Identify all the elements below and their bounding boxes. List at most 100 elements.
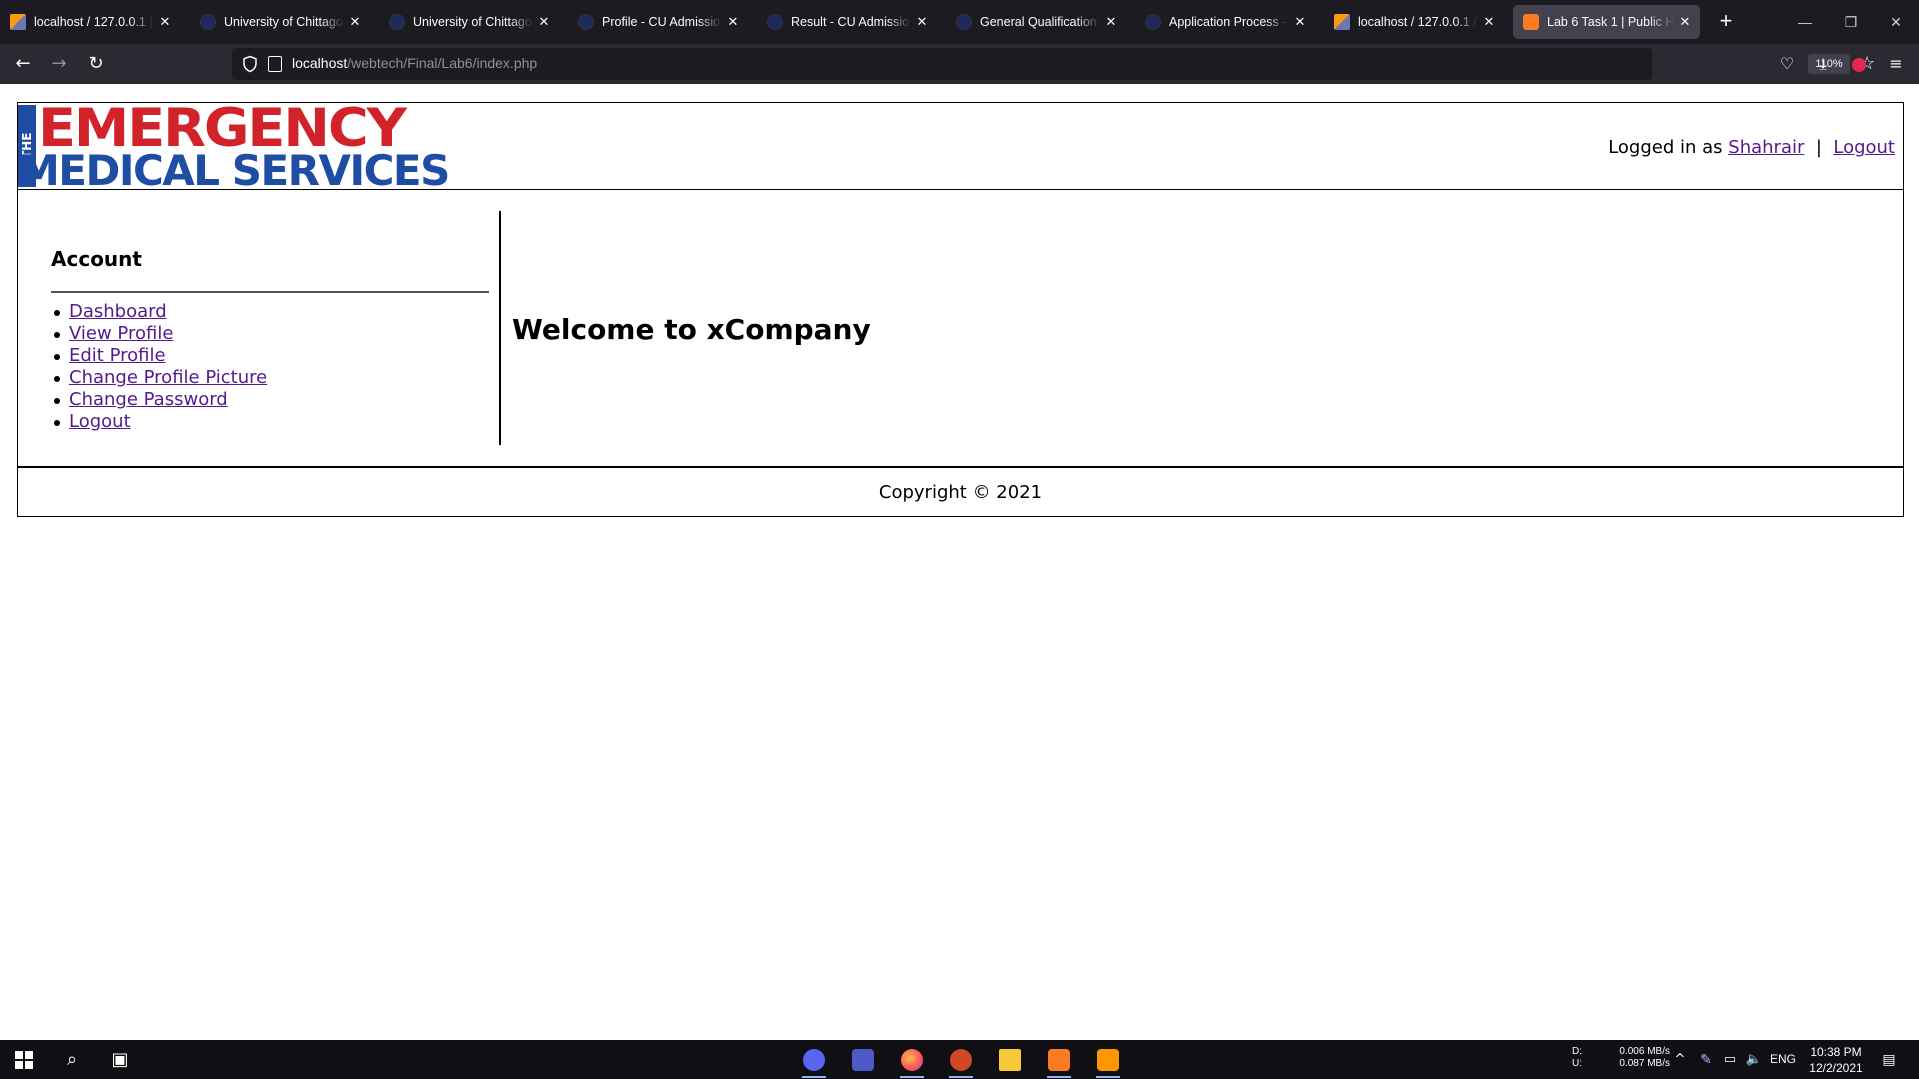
close-tab-icon[interactable]: ✕	[1482, 14, 1496, 30]
tab-title: Profile - CU Admission P	[602, 15, 722, 29]
browser-tab-active[interactable]: Lab 6 Task 1 | Public Hom ✕	[1513, 5, 1700, 39]
close-tab-icon[interactable]: ✕	[1678, 14, 1692, 30]
cu-logo-icon	[578, 14, 594, 30]
task-view-icon[interactable]: ▣	[100, 1044, 140, 1076]
browser-tab[interactable]: Result - CU Admission Po ✕	[757, 5, 937, 39]
sidebar-item-view-profile[interactable]: View Profile	[69, 323, 173, 344]
sublime-text-icon[interactable]	[1088, 1044, 1128, 1078]
sidebar-item-logout[interactable]: Logout	[69, 411, 131, 432]
windows-taskbar: ⌕ ▣ D: U: 0.006 MB/s 0.087 MB/s ^ ✎ ▭ 🔈 …	[0, 1040, 1919, 1079]
shield-icon[interactable]	[241, 55, 259, 73]
url-path: /webtech/Final/Lab6/index.php	[347, 55, 538, 71]
menu-icon[interactable]: ≡	[1882, 50, 1910, 78]
sidebar-item-dashboard[interactable]: Dashboard	[69, 301, 167, 322]
net-down-speed: 0.006 MB/s	[1619, 1046, 1670, 1057]
pocket-icon[interactable]: ♡	[1773, 50, 1801, 78]
cu-logo-icon	[767, 14, 783, 30]
sidebar-item-edit-profile[interactable]: Edit Profile	[69, 345, 166, 366]
cu-logo-icon	[389, 14, 405, 30]
address-bar[interactable]: localhost/webtech/Final/Lab6/index.php 1…	[232, 48, 1875, 80]
separator: |	[1815, 137, 1822, 158]
tab-title: localhost / 127.0.0.1 | php	[34, 15, 154, 29]
url-text[interactable]: localhost/webtech/Final/Lab6/index.php	[292, 55, 537, 71]
system-clock[interactable]: 10:38 PM 12/2/2021	[1806, 1044, 1866, 1076]
close-window-icon[interactable]: ✕	[1873, 8, 1919, 36]
pen-tray-icon[interactable]: ✎	[1694, 1044, 1718, 1076]
clock-date: 12/2/2021	[1809, 1061, 1863, 1075]
reload-icon[interactable]: ↻	[82, 50, 110, 78]
logged-in-prefix: Logged in as	[1608, 137, 1723, 158]
list-item: Edit Profile	[51, 345, 267, 367]
ems-logo: THE EMERGENCY MEDICAL SERVICES	[18, 102, 450, 192]
start-button[interactable]	[4, 1044, 44, 1076]
extension-icon[interactable]	[1845, 50, 1873, 78]
close-tab-icon[interactable]: ✕	[726, 14, 740, 30]
xampp-taskbar-icon[interactable]	[1039, 1044, 1079, 1078]
clock-time: 10:38 PM	[1810, 1045, 1862, 1059]
username-link[interactable]: Shahrair	[1728, 137, 1804, 158]
list-item: Change Password	[51, 389, 267, 411]
page-icon	[268, 56, 282, 72]
close-tab-icon[interactable]: ✕	[158, 14, 172, 30]
cu-logo-icon	[956, 14, 972, 30]
firefox-icon[interactable]	[892, 1044, 932, 1078]
discord-icon[interactable]	[794, 1044, 834, 1078]
language-indicator[interactable]: ENG	[1770, 1052, 1796, 1066]
sidebar-divider	[51, 291, 489, 293]
close-tab-icon[interactable]: ✕	[1104, 14, 1118, 30]
close-tab-icon[interactable]: ✕	[537, 14, 551, 30]
close-tab-icon[interactable]: ✕	[915, 14, 929, 30]
close-tab-icon[interactable]: ✕	[348, 14, 362, 30]
back-arrow-icon[interactable]: ←	[9, 50, 37, 78]
browser-nav-bar: ← → ↻ localhost/webtech/Final/Lab6/index…	[0, 44, 1919, 84]
cu-logo-icon	[1145, 14, 1161, 30]
browser-tab[interactable]: localhost / 127.0.0.1 | php ✕	[0, 5, 180, 39]
tab-title: University of Chittagong	[224, 15, 344, 29]
volume-icon[interactable]: 🔈	[1742, 1044, 1766, 1076]
minimize-icon[interactable]: —	[1782, 8, 1828, 36]
chevron-up-icon[interactable]: ^	[1668, 1044, 1692, 1076]
drive-label-u: U:	[1572, 1058, 1582, 1069]
network-icon[interactable]: ▭	[1718, 1044, 1742, 1076]
forward-arrow-icon[interactable]: →	[45, 50, 73, 78]
browser-tab[interactable]: University of Chittagong ✕	[190, 5, 370, 39]
list-item: Change Profile Picture	[51, 367, 267, 389]
network-speed: 0.006 MB/s 0.087 MB/s	[1612, 1046, 1670, 1070]
close-tab-icon[interactable]: ✕	[1293, 14, 1307, 30]
new-tab-button[interactable]: +	[1712, 8, 1740, 36]
xampp-icon	[1523, 14, 1539, 30]
user-info: Logged in as Shahrair | Logout	[1608, 137, 1895, 158]
phpmyadmin-icon	[1334, 14, 1350, 30]
browser-tab[interactable]: Profile - CU Admission P ✕	[568, 5, 748, 39]
list-item: Dashboard	[51, 301, 267, 323]
phpmyadmin-icon	[10, 14, 26, 30]
account-menu: Dashboard View Profile Edit Profile Chan…	[51, 301, 267, 433]
url-host: localhost	[292, 55, 348, 71]
tab-title: Application Process - CU	[1169, 15, 1289, 29]
notification-icon[interactable]: ▤	[1874, 1044, 1904, 1076]
teams-icon[interactable]	[843, 1044, 883, 1076]
account-sidebar: Account Dashboard View Profile Edit Prof…	[18, 211, 501, 445]
powerpoint-icon[interactable]	[941, 1044, 981, 1078]
file-explorer-icon[interactable]	[990, 1044, 1030, 1076]
page-header: THE EMERGENCY MEDICAL SERVICES Logged in…	[18, 102, 1903, 192]
restore-icon[interactable]: ❐	[1828, 8, 1874, 36]
tab-title: University of Chittagong	[413, 15, 533, 29]
sidebar-item-change-password[interactable]: Change Password	[69, 389, 228, 410]
drive-labels: D: U:	[1572, 1046, 1582, 1070]
browser-tab[interactable]: University of Chittagong ✕	[379, 5, 559, 39]
browser-tab[interactable]: localhost / 127.0.0.1 / lab ✕	[1324, 5, 1504, 39]
download-icon[interactable]: ⤓	[1809, 50, 1837, 78]
cu-logo-icon	[200, 14, 216, 30]
browser-tab[interactable]: General Qualifications - C ✕	[946, 5, 1126, 39]
page-footer: Copyright © 2021	[18, 466, 1903, 516]
sidebar-item-change-profile-picture[interactable]: Change Profile Picture	[69, 367, 267, 388]
list-item: View Profile	[51, 323, 267, 345]
header-logout-link[interactable]: Logout	[1833, 137, 1895, 158]
tab-title: Result - CU Admission Po	[791, 15, 911, 29]
drive-label-d: D:	[1572, 1046, 1582, 1057]
search-icon[interactable]: ⌕	[52, 1044, 92, 1076]
browser-tab[interactable]: Application Process - CU ✕	[1135, 5, 1315, 39]
windows-logo-icon	[15, 1051, 33, 1069]
welcome-heading: Welcome to xCompany	[512, 313, 871, 346]
